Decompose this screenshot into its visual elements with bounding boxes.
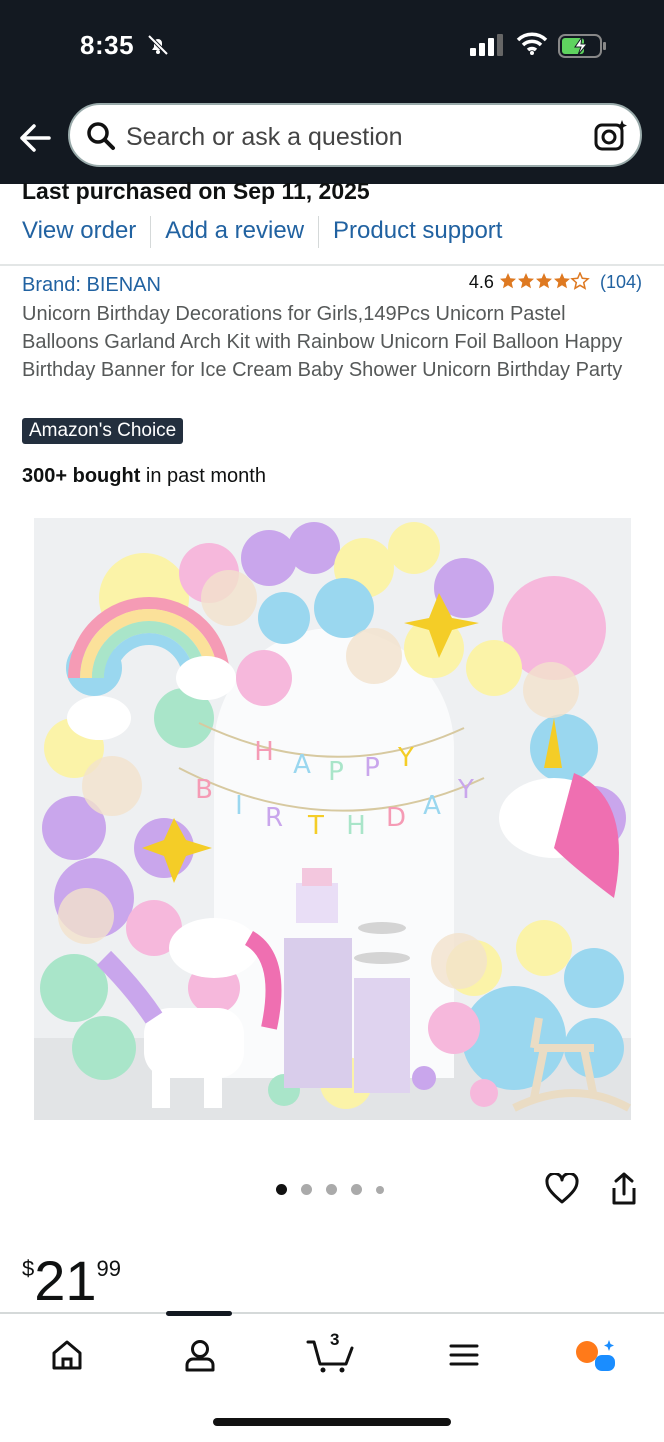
bought-in-past-month: 300+ bought in past month xyxy=(22,465,266,488)
camera-lens-icon[interactable] xyxy=(594,119,628,153)
page-dot-2[interactable] xyxy=(301,1184,312,1195)
banner-letter-i: I xyxy=(235,791,243,821)
heart-icon[interactable] xyxy=(545,1173,579,1205)
banner-letter-t: T xyxy=(307,811,324,841)
product-image[interactable]: H A P P Y B I R T H D A Y xyxy=(34,518,631,1120)
search-icon xyxy=(87,122,115,150)
status-bar: 8:35 xyxy=(0,0,664,95)
banner-letter-r: R xyxy=(265,803,283,833)
view-order-link[interactable]: View order xyxy=(22,217,136,245)
divider xyxy=(318,216,320,248)
active-tab-indicator xyxy=(166,1311,232,1316)
wifi-icon xyxy=(516,32,548,55)
order-actions: View order Add a review Product support xyxy=(22,216,502,248)
star-rating-icon xyxy=(499,272,589,290)
banner-letter-y2: Y xyxy=(457,775,474,805)
menu-icon[interactable] xyxy=(448,1338,480,1372)
page-dot-1[interactable] xyxy=(276,1184,287,1195)
banner-letter-b: B xyxy=(195,775,213,805)
search-input[interactable]: Search or ask a question xyxy=(68,103,642,167)
banner-letter-h: H xyxy=(254,737,274,767)
alexa-assistant-icon[interactable] xyxy=(574,1338,616,1372)
share-icon[interactable] xyxy=(609,1172,639,1206)
search-placeholder: Search or ask a question xyxy=(126,123,403,151)
brand-link[interactable]: Brand: BIENAN xyxy=(22,274,161,297)
signal-icon xyxy=(470,34,503,56)
page-dot-4[interactable] xyxy=(351,1184,362,1195)
bought-suffix: in past month xyxy=(140,465,266,487)
page-dot-5[interactable] xyxy=(376,1186,384,1194)
account-icon[interactable] xyxy=(183,1338,217,1372)
review-count: (104) xyxy=(599,272,642,292)
rating-summary[interactable]: 4.6 (104) xyxy=(469,272,642,293)
banner-letter-p2: P xyxy=(364,753,380,783)
rating-value: 4.6 xyxy=(468,272,494,292)
product-support-link[interactable]: Product support xyxy=(333,217,502,245)
banner-letter-h2: H xyxy=(346,811,366,841)
banner-letter-y: Y xyxy=(397,743,414,773)
divider xyxy=(0,264,664,266)
bought-count: 300+ bought xyxy=(22,465,141,487)
home-icon[interactable] xyxy=(50,1338,84,1372)
divider xyxy=(150,216,152,248)
back-arrow-icon[interactable] xyxy=(18,123,52,153)
status-time: 8:35 xyxy=(80,30,135,60)
battery-charging-icon xyxy=(558,34,606,58)
banner-letter-d: D xyxy=(386,803,406,833)
search-header: Search or ask a question xyxy=(0,95,664,184)
banner-letter-p: P xyxy=(328,757,344,787)
product-title: Unicorn Birthday Decorations for Girls,1… xyxy=(22,303,623,381)
price: $2199 xyxy=(22,1248,121,1313)
banner-letter-a: A xyxy=(293,750,311,780)
page-dot-3[interactable] xyxy=(326,1184,337,1195)
last-purchased-text: Last purchased on Sep 11, 2025 xyxy=(22,178,370,204)
cart-count: 3 xyxy=(330,1330,340,1349)
image-pagination[interactable] xyxy=(276,1182,398,1200)
price-fraction: 99 xyxy=(96,1256,122,1281)
add-review-link[interactable]: Add a review xyxy=(165,217,304,245)
price-whole: 21 xyxy=(34,1249,97,1312)
price-currency: $ xyxy=(22,1256,35,1281)
home-indicator xyxy=(213,1418,451,1426)
banner-letter-a2: A xyxy=(423,791,441,821)
amazons-choice-badge: Amazon's Choice xyxy=(22,418,184,444)
bell-muted-icon xyxy=(147,34,169,56)
